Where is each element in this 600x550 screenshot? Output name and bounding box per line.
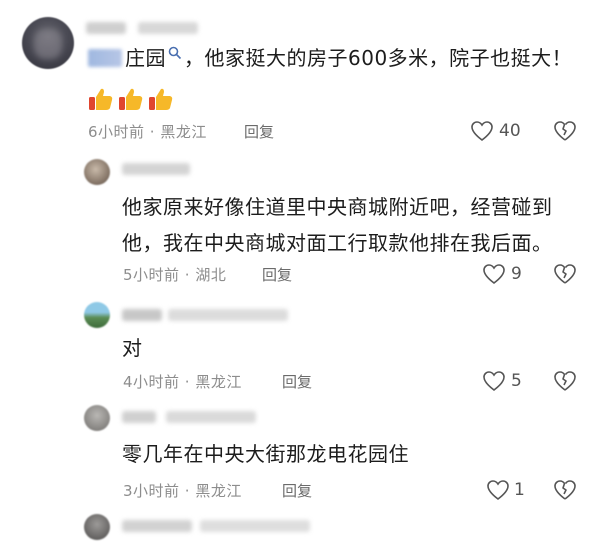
comment-3-time-location: 4小时前 · 黑龙江 xyxy=(123,373,242,391)
comment-2-time-location: 5小时前 · 湖北 xyxy=(123,266,227,284)
comment-2-line-2: 他，我在中央商城对面工行取款他排在我后面。 xyxy=(122,231,553,255)
dislike-icon[interactable] xyxy=(553,370,577,392)
search-icon[interactable] xyxy=(168,45,182,60)
comment-1-mention: 庄园 xyxy=(125,46,166,70)
thumbs-up-icon xyxy=(89,88,113,110)
username-blurred xyxy=(122,309,162,321)
avatar[interactable] xyxy=(84,405,110,431)
dislike-icon[interactable] xyxy=(553,120,577,142)
like-count: 5 xyxy=(511,371,522,391)
username-blurred xyxy=(122,163,190,175)
comment-4-text: 零几年在中央大街那龙电花园住 xyxy=(122,442,409,466)
username-blurred xyxy=(86,22,126,34)
dislike-icon[interactable] xyxy=(553,263,577,285)
like-icon[interactable] xyxy=(482,370,506,392)
like-icon[interactable] xyxy=(470,120,494,142)
like-count: 1 xyxy=(514,480,525,500)
like-count: 40 xyxy=(499,121,521,141)
username-blurred xyxy=(122,411,156,423)
username-blurred xyxy=(166,411,256,423)
comment-2-line-1: 他家原来好像住道里中央商城附近吧，经营碰到 xyxy=(122,195,553,219)
reply-button[interactable]: 回复 xyxy=(282,480,312,501)
like-icon[interactable] xyxy=(482,263,506,285)
username-blurred xyxy=(122,520,192,532)
reply-button[interactable]: 回复 xyxy=(262,264,292,285)
comment-1-time-location: 6小时前 · 黑龙江 xyxy=(88,123,207,141)
avatar[interactable] xyxy=(84,302,110,328)
comment-4-time-location: 3小时前 · 黑龙江 xyxy=(123,482,242,500)
mention-blurred xyxy=(88,49,122,67)
reply-button[interactable]: 回复 xyxy=(282,371,312,392)
thumbs-up-icon xyxy=(149,88,173,110)
dislike-icon[interactable] xyxy=(553,479,577,501)
user-tag-blurred xyxy=(138,22,198,34)
like-count: 9 xyxy=(511,264,522,284)
comment-1-text: ，他家挺大的房子600多米，院子也挺大！ xyxy=(184,46,573,70)
avatar[interactable] xyxy=(84,159,110,185)
username-blurred xyxy=(168,309,288,321)
username-blurred xyxy=(200,520,310,532)
thumbs-up-icon xyxy=(119,88,143,110)
like-icon[interactable] xyxy=(486,479,510,501)
avatar[interactable] xyxy=(84,514,110,540)
comment-3-text: 对 xyxy=(122,336,143,360)
reply-button[interactable]: 回复 xyxy=(244,121,274,142)
avatar[interactable] xyxy=(22,17,74,69)
